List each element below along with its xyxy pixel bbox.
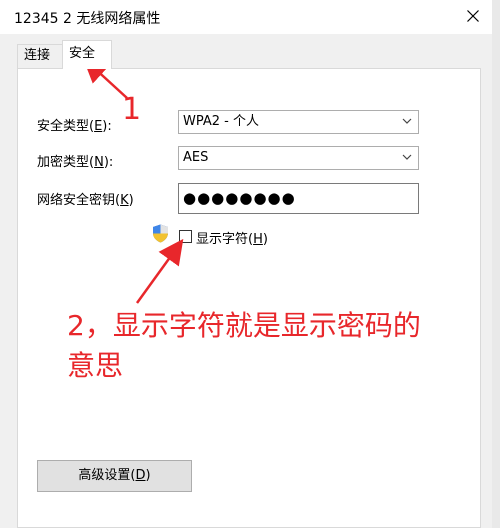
annotation-label-2-line1: 2，显示字符就是显示密码的 — [67, 309, 421, 342]
annotation-label-1: 1 — [122, 92, 142, 127]
security-type-label: 安全类型(E): — [37, 119, 112, 134]
tab-connection[interactable]: 连接 — [17, 44, 63, 68]
uac-shield-icon — [153, 224, 168, 243]
background-window-edge-right — [491, 0, 500, 528]
annotation-label-2: 2，显示字符就是显示密码的 意思 — [67, 306, 467, 386]
security-type-value: WPA2 - 个人 — [183, 114, 259, 129]
security-tab-panel — [17, 68, 481, 528]
annotation-label-2-line2: 意思 — [67, 349, 124, 382]
network-key-label: 网络安全密钥(K) — [37, 193, 134, 208]
chevron-down-icon — [402, 154, 412, 160]
security-type-dropdown[interactable]: WPA2 - 个人 — [178, 110, 419, 134]
show-characters-checkbox[interactable] — [179, 230, 192, 243]
tab-security[interactable]: 安全 — [62, 40, 112, 69]
encryption-type-value: AES — [183, 150, 209, 165]
title-bar: 12345 2 无线网络属性 — [0, 0, 492, 34]
window-title: 12345 2 无线网络属性 — [14, 11, 161, 27]
close-icon — [467, 10, 479, 22]
show-characters-label[interactable]: 显示字符(H) — [196, 228, 268, 247]
close-button[interactable] — [455, 0, 491, 32]
network-key-field[interactable]: ●●●●●●●● — [178, 183, 419, 214]
advanced-settings-button[interactable]: 高级设置(D) — [37, 460, 192, 492]
tab-connection-label: 连接 — [24, 48, 51, 63]
encryption-type-dropdown[interactable]: AES — [178, 146, 419, 170]
encryption-type-label: 加密类型(N): — [37, 155, 114, 170]
chevron-down-icon — [402, 118, 412, 124]
tab-security-label: 安全 — [69, 46, 96, 61]
